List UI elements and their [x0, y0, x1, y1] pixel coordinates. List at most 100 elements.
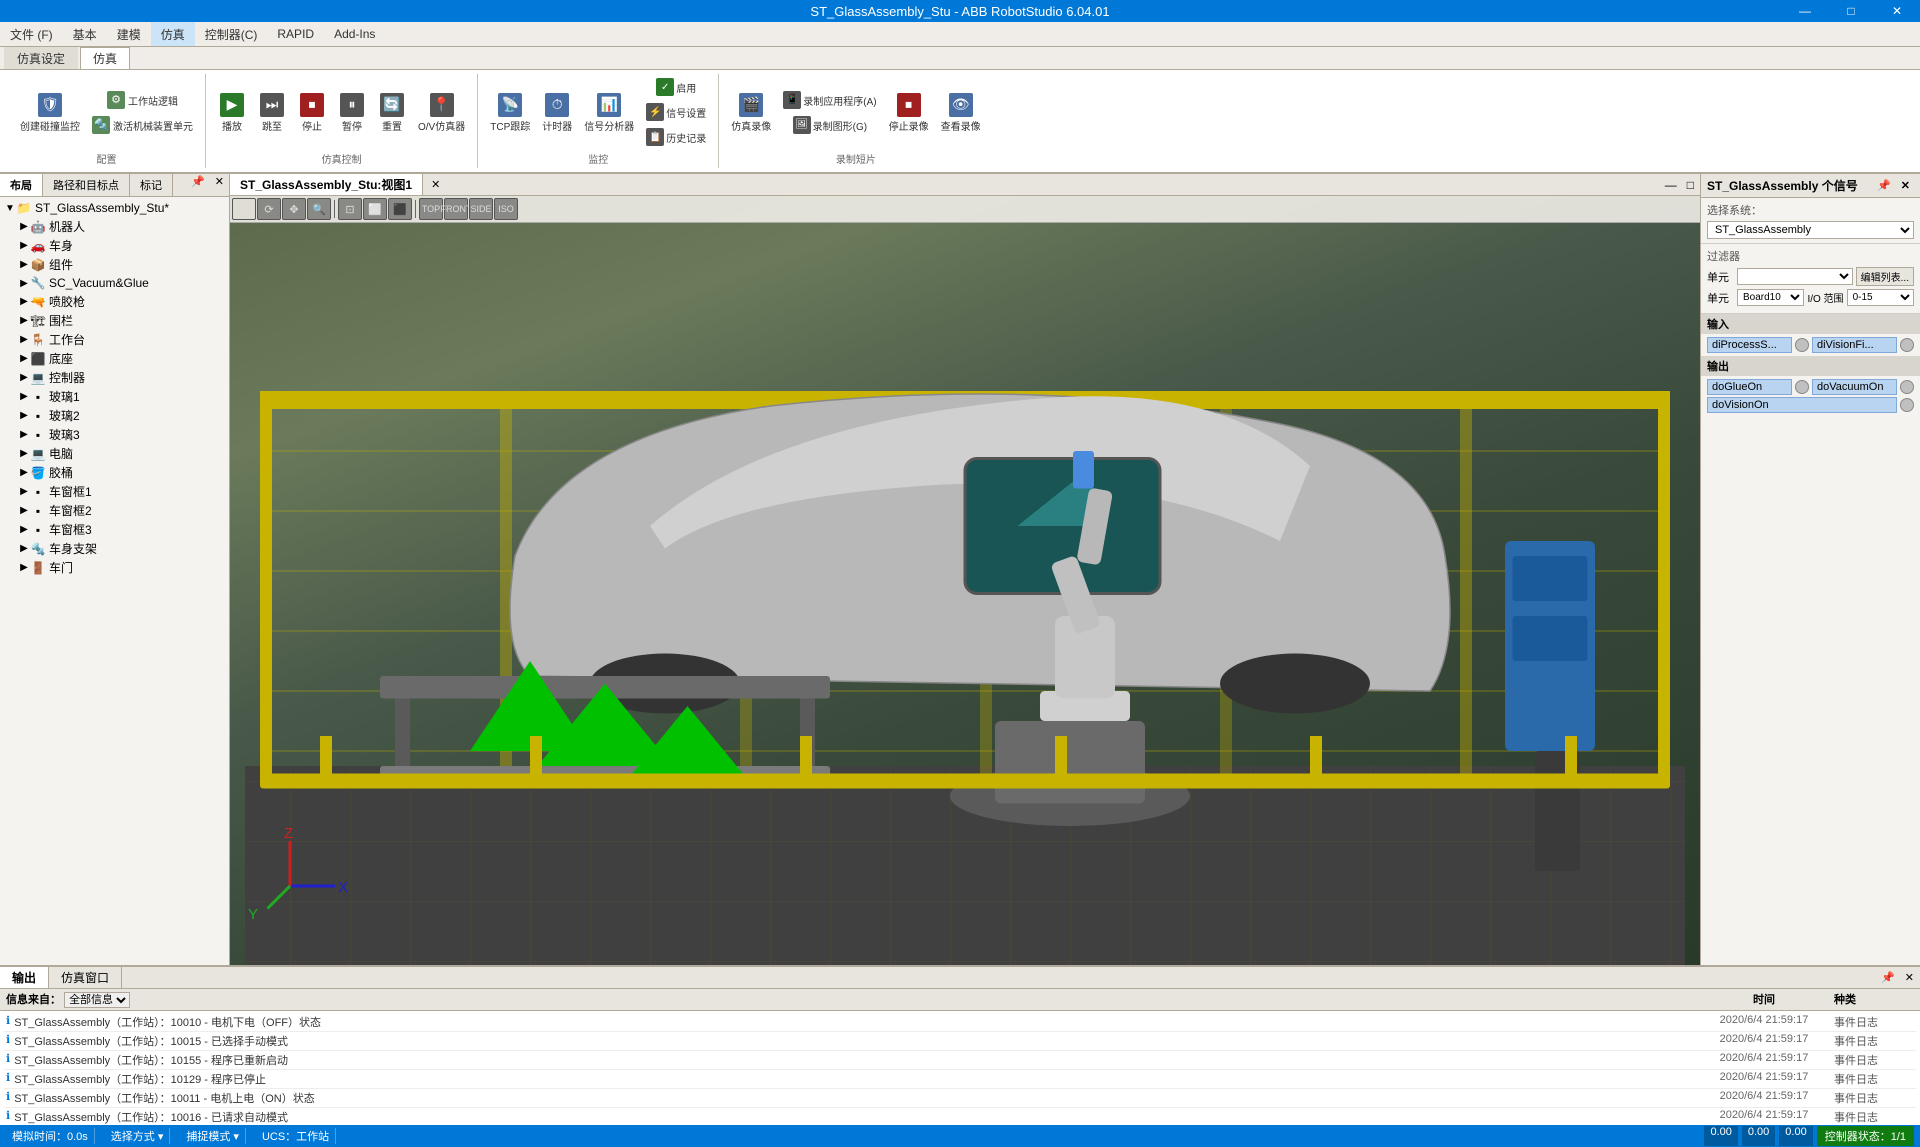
expand-body-support[interactable]: ▶	[18, 543, 30, 555]
expand-controller[interactable]: ▶	[18, 372, 30, 384]
expand-fence[interactable]: ▶	[18, 315, 30, 327]
expand-robots[interactable]: ▶	[18, 221, 30, 233]
output-signal-2-name[interactable]: doVacuumOn	[1812, 379, 1897, 395]
timer-btn[interactable]: ⏱ 计时器	[538, 91, 576, 135]
menu-rapid[interactable]: RAPID	[267, 22, 324, 46]
tcp-trace-btn[interactable]: 📡 TCP跟踪	[486, 91, 534, 135]
viewport-tab-main[interactable]: ST_GlassAssembly_Stu:视图1	[230, 174, 423, 195]
tree-item-controller[interactable]: ▶ 💻 控制器	[16, 368, 227, 387]
stop-btn[interactable]: ⏹ 停止	[294, 91, 330, 135]
menu-addins[interactable]: Add-Ins	[324, 22, 385, 46]
expand-base[interactable]: ▶	[18, 353, 30, 365]
vp-pan-btn[interactable]: ✥	[282, 198, 306, 220]
menu-file[interactable]: 文件 (F)	[0, 22, 63, 46]
viewport-3d[interactable]: ↖ ⟳ ✥ 🔍 ⊡ ⬜ ⬛ TOP FRONT SIDE ISO	[230, 196, 1700, 965]
create-collision-btn[interactable]: 🛡 创建碰撞监控	[16, 91, 84, 135]
tree-item-fence[interactable]: ▶ 🏗 围栏	[16, 311, 227, 330]
expand-computer[interactable]: ▶	[18, 448, 30, 460]
viewport-tab-close[interactable]: ✕	[423, 176, 448, 193]
left-panel-close[interactable]: ✕	[211, 175, 228, 195]
filter-range-select[interactable]: 0-15	[1847, 289, 1914, 306]
expand-glass2[interactable]: ▶	[18, 410, 30, 422]
expand-glass1[interactable]: ▶	[18, 391, 30, 403]
expand-carbody[interactable]: ▶	[18, 240, 30, 252]
expand-glass3[interactable]: ▶	[18, 429, 30, 441]
vp-iso-btn[interactable]: ISO	[494, 198, 518, 220]
sim-record-btn[interactable]: 🎬 仿真录像	[727, 91, 775, 135]
expand-root[interactable]: ▼	[4, 202, 16, 214]
vp-cursor-btn[interactable]: ↖	[232, 198, 256, 220]
tree-item-glass3[interactable]: ▶ ▪ 玻璃3	[16, 425, 227, 444]
activate-mechanism-btn[interactable]: 🔩 激活机械装置单元	[88, 114, 197, 137]
stop-record-btn[interactable]: ⏹ 停止录像	[885, 91, 933, 135]
tree-item-carbody[interactable]: ▶ 🚗 车身	[16, 236, 227, 255]
output-signal-1-indicator[interactable]	[1795, 380, 1809, 394]
vp-fit-btn[interactable]: ⊡	[338, 198, 362, 220]
expand-frame3[interactable]: ▶	[18, 524, 30, 536]
filter-board-select[interactable]: Board10	[1737, 289, 1804, 306]
tree-item-frame3[interactable]: ▶ ▪ 车窗框3	[16, 520, 227, 539]
history-btn[interactable]: 📋 历史记录	[642, 126, 710, 149]
bottom-panel-pin[interactable]: 📌	[1877, 971, 1899, 984]
view-record-btn[interactable]: 👁 查看录像	[937, 91, 985, 135]
log-source-select[interactable]: 全部信息	[64, 992, 130, 1008]
record-graphic-btn[interactable]: 🖼 录制图形(G)	[779, 114, 880, 137]
tree-item-base[interactable]: ▶ ⬛ 底座	[16, 349, 227, 368]
viewport-maximize[interactable]: □	[1683, 178, 1698, 192]
close-button[interactable]: ✕	[1874, 0, 1920, 22]
vp-wireframe-btn[interactable]: ⬜	[363, 198, 387, 220]
panel-tab-path[interactable]: 路径和目标点	[43, 174, 130, 196]
output-signal-3-name[interactable]: doVisionOn	[1707, 397, 1897, 413]
minimize-button[interactable]: —	[1782, 0, 1828, 22]
tree-item-component[interactable]: ▶ 📦 组件	[16, 255, 227, 274]
record-app-btn[interactable]: 📱 录制应用程序(A)	[779, 89, 880, 112]
output-signal-2-indicator[interactable]	[1900, 380, 1914, 394]
tree-item-glass2[interactable]: ▶ ▪ 玻璃2	[16, 406, 227, 425]
expand-frame2[interactable]: ▶	[18, 505, 30, 517]
expand-door[interactable]: ▶	[18, 562, 30, 574]
vp-top-btn[interactable]: TOP	[419, 198, 443, 220]
vp-zoom-btn[interactable]: 🔍	[307, 198, 331, 220]
menu-controller[interactable]: 控制器(C)	[195, 22, 268, 46]
left-panel-pin[interactable]: 📌	[187, 175, 209, 195]
tree-item-door[interactable]: ▶ 🚪 车门	[16, 558, 227, 577]
input-signal-1-indicator[interactable]	[1795, 338, 1809, 352]
vp-orbit-btn[interactable]: ⟳	[257, 198, 281, 220]
tree-item-frame2[interactable]: ▶ ▪ 车窗框2	[16, 501, 227, 520]
capture-mode-status[interactable]: 捕捉模式 ▾	[180, 1128, 246, 1144]
right-panel-pin[interactable]: 📌	[1873, 179, 1895, 192]
skip-btn[interactable]: ⏭ 跳至	[254, 91, 290, 135]
menu-basic[interactable]: 基本	[63, 22, 107, 46]
expand-glue-bucket[interactable]: ▶	[18, 467, 30, 479]
bottom-tab-output[interactable]: 输出	[0, 967, 49, 988]
reset-btn[interactable]: 🔄 重置	[374, 91, 410, 135]
signal-settings-btn[interactable]: ⚡ 信号设置	[642, 101, 710, 124]
output-signal-3-indicator[interactable]	[1900, 398, 1914, 412]
panel-tab-mark[interactable]: 标记	[130, 174, 173, 196]
filter-edit-btn[interactable]: 编辑列表...	[1856, 267, 1914, 286]
ov-sim-btn[interactable]: 📍 O/V仿真器	[414, 91, 469, 135]
expand-gun[interactable]: ▶	[18, 296, 30, 308]
tree-item-body-support[interactable]: ▶ 🔩 车身支架	[16, 539, 227, 558]
output-signal-1-name[interactable]: doGlueOn	[1707, 379, 1792, 395]
input-signal-2-indicator[interactable]	[1900, 338, 1914, 352]
select-mode-status[interactable]: 选择方式 ▾	[105, 1128, 171, 1144]
ribbon-tab-sim-settings[interactable]: 仿真设定	[4, 47, 78, 69]
expand-worktable[interactable]: ▶	[18, 334, 30, 346]
vp-front-btn[interactable]: FRONT	[444, 198, 468, 220]
tree-item-frame1[interactable]: ▶ ▪ 车窗框1	[16, 482, 227, 501]
vp-side-btn[interactable]: SIDE	[469, 198, 493, 220]
tree-item-gun[interactable]: ▶ 🔫 喷胶枪	[16, 292, 227, 311]
tree-root[interactable]: ▼ 📁 ST_GlassAssembly_Stu*	[2, 199, 227, 217]
viewport-minimize[interactable]: —	[1661, 178, 1681, 192]
expand-sc[interactable]: ▶	[18, 277, 30, 289]
right-panel-close[interactable]: ✕	[1897, 179, 1914, 192]
maximize-button[interactable]: □	[1828, 0, 1874, 22]
enable-btn[interactable]: ✓ 启用	[642, 76, 710, 99]
menu-simulate[interactable]: 仿真	[151, 22, 195, 46]
panel-tab-layout[interactable]: 布局	[0, 174, 43, 196]
filter-unit-select[interactable]	[1737, 268, 1853, 285]
expand-component[interactable]: ▶	[18, 259, 30, 271]
input-signal-2-name[interactable]: diVisionFi...	[1812, 337, 1897, 353]
vp-shaded-btn[interactable]: ⬛	[388, 198, 412, 220]
